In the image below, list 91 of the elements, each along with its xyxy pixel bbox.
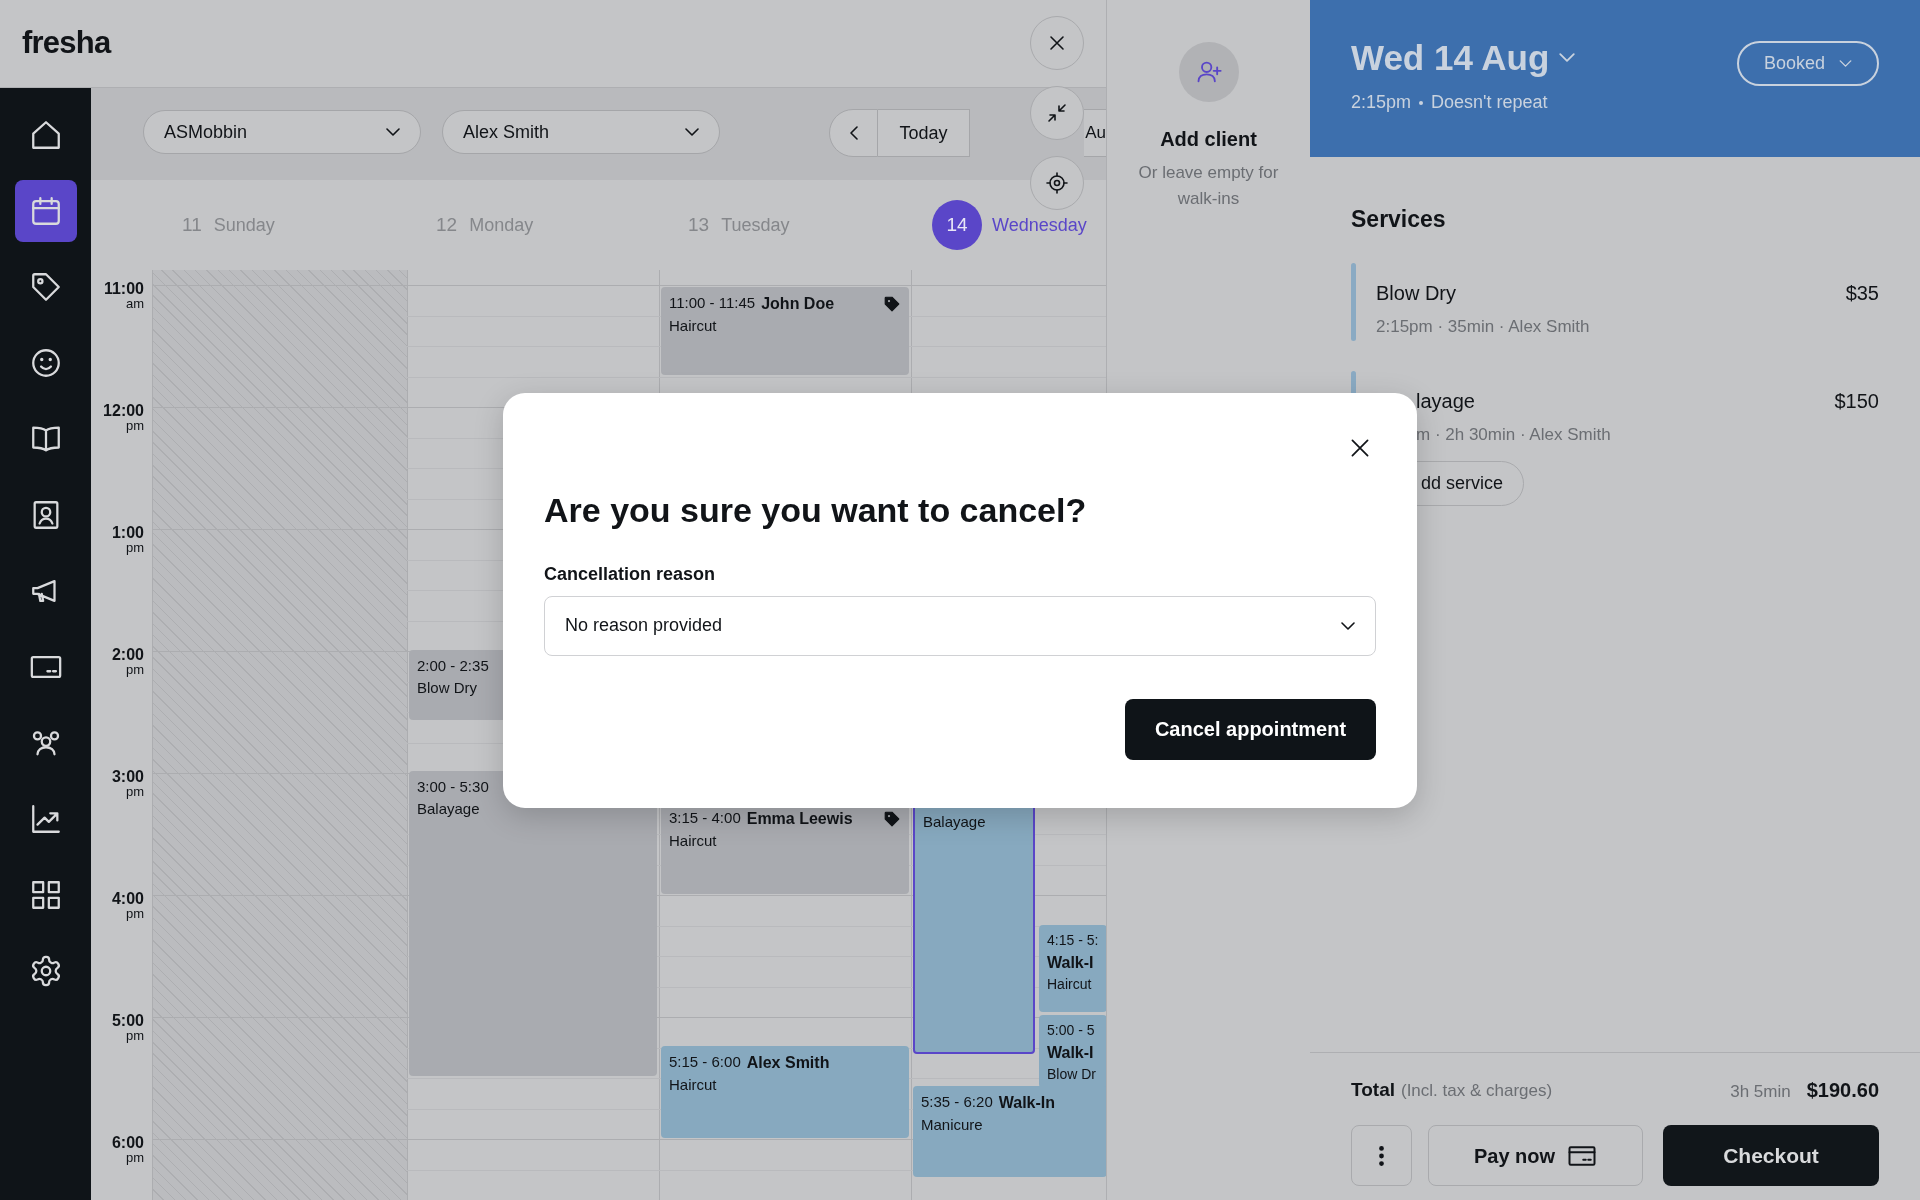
add-client-title: Add client	[1160, 127, 1257, 152]
hour-label: 1:00	[111, 525, 144, 541]
appointment-time: 5:15 - 6:00	[669, 1053, 741, 1072]
service-details: m · 2h 30min · Alex Smith	[1416, 423, 1612, 446]
service-name: Balayage	[417, 799, 481, 819]
service-price: $35	[1845, 280, 1879, 306]
appointment-time: 5:00 - 5	[1047, 1022, 1095, 1040]
day-number: 14	[932, 200, 982, 250]
collapse-icon	[1045, 101, 1069, 125]
sidebar-item[interactable]	[14, 180, 77, 242]
service-name: Blow Dry	[1376, 280, 1456, 306]
day-number: 12	[436, 212, 458, 237]
service-name: Haircut	[669, 832, 718, 851]
service-details: 2:15pm · 35min · Alex Smith	[1376, 315, 1591, 338]
client-name: John Doe	[761, 294, 835, 314]
hour-label: 12:00	[103, 403, 144, 419]
period-label: pm	[125, 663, 144, 676]
checkout-button[interactable]: Checkout	[1663, 1125, 1879, 1186]
tag-icon	[883, 295, 901, 313]
hour-label: 5:00	[111, 1013, 144, 1029]
client-name: Walk-I	[1047, 952, 1095, 973]
hour-label: 4:00	[111, 891, 144, 907]
crosshair-icon	[1045, 171, 1069, 195]
service-price: $150	[1834, 388, 1879, 414]
repeat-setting: Doesn't repeat	[1431, 91, 1548, 114]
hour-label: 3:00	[111, 769, 144, 785]
appointment-time: 3:00 - 5:30	[417, 778, 489, 797]
chevron-left-icon	[849, 126, 858, 140]
hour-label: 6:00	[111, 1135, 144, 1151]
day-number: 13	[688, 212, 710, 237]
client-name: Walk-In	[998, 1093, 1055, 1113]
appointment-card[interactable]: 11:00 - 11:45 John Doe Haircut	[661, 287, 909, 375]
day-name: Tuesday	[721, 213, 790, 237]
client-name: Walk-I	[1047, 1042, 1095, 1063]
service-name: Manicure	[921, 1116, 984, 1135]
logo: fresha	[22, 24, 111, 63]
client-name: Alex Smith	[746, 1053, 830, 1073]
day-number: 11	[182, 212, 202, 237]
today-button[interactable]: Today	[878, 109, 970, 157]
chevron-down-icon	[685, 128, 699, 136]
period-label: pm	[125, 785, 144, 798]
kebab-icon	[1379, 1145, 1384, 1166]
services-heading: Services	[1351, 205, 1447, 234]
total-duration: 3h 5min	[1730, 1081, 1791, 1103]
total-label: Total	[1351, 1077, 1395, 1102]
day-name: Monday	[469, 213, 534, 237]
chevron-down-icon	[386, 128, 400, 136]
cancel-appointment-button[interactable]: Cancel appointment	[1125, 698, 1376, 760]
date-range-button[interactable]: Au	[1084, 109, 1106, 157]
hour-label: 11:00	[103, 281, 144, 297]
tag-icon	[883, 810, 901, 828]
total-note: (Incl. tax & charges)	[1401, 1079, 1553, 1102]
staff-dropdown[interactable]: Alex Smith	[442, 110, 720, 154]
appointment-time: 2:00 - 2:35	[417, 657, 489, 676]
client-name: Emma Leewis	[746, 809, 853, 829]
cancellation-reason-select[interactable]: No reason provided	[544, 595, 1376, 656]
total-price: $190.60	[1806, 1078, 1879, 1103]
appointment-card[interactable]: 5:00 - 5 Walk-I Blow Dr	[1039, 1015, 1106, 1088]
appointment-card[interactable]: 5:15 - 6:00 Alex Smith Haircut	[661, 1046, 909, 1138]
add-client-hint: Or leave empty for walk-ins	[1137, 162, 1280, 210]
field-label: Cancellation reason	[544, 562, 717, 586]
service-name: Blow Dry	[417, 678, 478, 698]
appointment-time: 11:00 - 11:45	[669, 294, 756, 313]
appointment-card[interactable]: 5:35 - 6:20 Walk-In Manicure	[913, 1086, 1106, 1177]
appointment-card[interactable]: 4:15 - 5: Walk-I Haircut	[1039, 925, 1106, 1012]
period-label: pm	[125, 1151, 144, 1164]
appointment-time: 5:35 - 6:20	[921, 1093, 993, 1112]
service-name: Haircut	[1047, 975, 1093, 993]
start-time: 2:15pm	[1351, 91, 1412, 114]
appointment-time: 3:15 - 4:00	[669, 809, 741, 828]
period-label: pm	[125, 419, 144, 432]
period-label: pm	[125, 907, 144, 920]
appointment-time: 4:15 - 5:	[1047, 932, 1099, 950]
pay-now-button[interactable]: Pay now	[1428, 1125, 1643, 1186]
service-name: Haircut	[669, 317, 718, 336]
dialog-title: Are you sure you want to cancel?	[544, 490, 1088, 531]
service-name: Balayage	[923, 813, 987, 832]
service-name: Haircut	[669, 1076, 718, 1095]
period-label: pm	[125, 1029, 144, 1042]
appointment-card[interactable]: 3:00 - 5:30 Balayage	[409, 771, 657, 1076]
location-dropdown[interactable]: ASMobbin	[143, 110, 421, 154]
chevron-down-icon	[1839, 60, 1853, 67]
chevron-down-icon	[1559, 53, 1576, 62]
service-name: Blow Dr	[1047, 1065, 1097, 1083]
chevron-down-icon	[1341, 621, 1355, 630]
service-name: layage	[1416, 388, 1475, 414]
period-label: am	[125, 297, 144, 310]
day-name: Sunday	[213, 213, 275, 237]
period-label: pm	[125, 541, 144, 554]
day-name: Wednesday	[992, 213, 1087, 237]
hour-label: 2:00	[111, 647, 144, 663]
